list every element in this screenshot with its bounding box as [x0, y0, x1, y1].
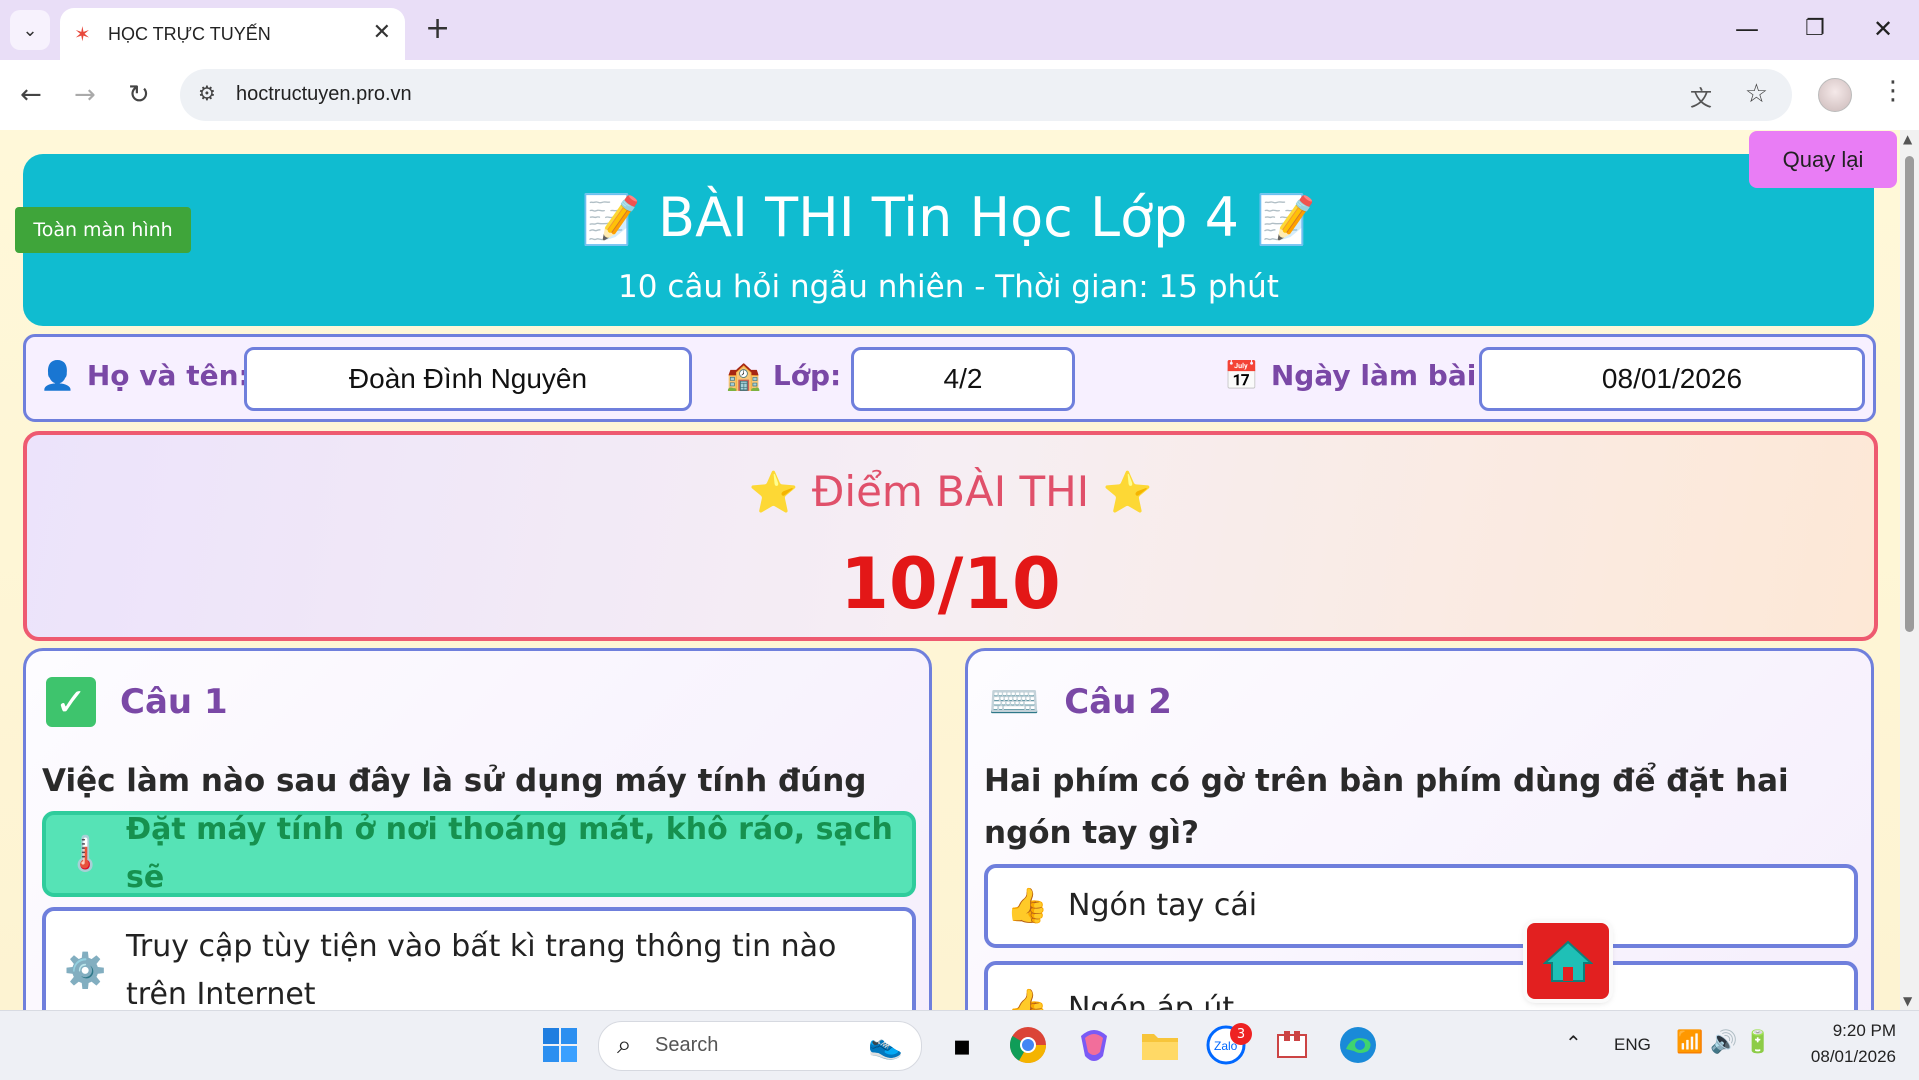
person-icon: 👤 [40, 359, 75, 392]
snipping-tool-icon[interactable] [1270, 1023, 1314, 1067]
fullscreen-button[interactable]: Toàn màn hình [15, 207, 191, 253]
answer-text: Truy cập tùy tiện vào bất kì trang thông… [126, 929, 837, 1010]
question-card-2: ⌨️ Câu 2 Hai phím có gờ trên bàn phím dù… [965, 648, 1874, 1010]
battery-icon[interactable]: 🔋 [1744, 1029, 1771, 1055]
star-icon: ⭐ [748, 470, 799, 516]
exam-header: 📝 BÀI THI Tin Học Lớp 4 📝 10 câu hỏi ngẫ… [23, 154, 1874, 326]
browser-tab-bar: ⌄ ✶ HỌC TRỰC TUYẾN ✕ + — ❐ ✕ [0, 0, 1919, 60]
back-arrow-icon[interactable]: ← [20, 78, 42, 112]
class-field[interactable]: 4/2 [851, 347, 1075, 411]
copilot-icon[interactable] [1072, 1023, 1116, 1067]
home-button[interactable] [1527, 923, 1609, 999]
date-field[interactable]: 08/01/2026 [1479, 347, 1865, 411]
task-view-icon[interactable]: ▪ [940, 1023, 984, 1067]
tab-search-button[interactable]: ⌄ [10, 10, 50, 50]
class-label-text: Lớp: [772, 359, 842, 392]
clock-time[interactable]: 9:20 PM [1800, 1021, 1896, 1041]
site-settings-icon[interactable]: ⚙ [198, 81, 216, 105]
site-favicon-icon: ✶ [74, 22, 91, 46]
address-bar[interactable]: ⚙ hoctructuyen.pro.vn 文 ☆ [180, 69, 1792, 121]
answer-option[interactable]: ⚙️ Truy cập tùy tiện vào bất kì trang th… [42, 907, 916, 1010]
url-text: hoctructuyen.pro.vn [236, 83, 412, 105]
search-placeholder: Search [655, 1034, 719, 1056]
close-window-icon[interactable]: ✕ [1873, 14, 1893, 44]
forward-arrow-icon[interactable]: → [74, 78, 96, 112]
gear-icon: ⚙️ [64, 951, 107, 991]
answer-text: Ngón áp út [1068, 991, 1235, 1010]
keyboard-icon: ⌨️ [988, 677, 1041, 726]
profile-avatar[interactable] [1818, 78, 1852, 112]
page-scrollbar[interactable]: ▲ ▼ [1900, 130, 1919, 1010]
name-label-text: Họ và tên: [86, 359, 250, 392]
memo-icon: 📝 [1256, 192, 1316, 248]
translate-icon[interactable]: 文 [1690, 81, 1712, 113]
thermometer-icon: 🌡️ [64, 834, 107, 874]
student-info: 👤 Họ và tên: Đoàn Đình Nguyên 🏫 Lớp: 4/2… [23, 334, 1876, 422]
star-icon: ⭐ [1102, 470, 1153, 516]
thumbs-up-icon: 👍 [1006, 987, 1049, 1010]
clock-date[interactable]: 08/01/2026 [1796, 1047, 1896, 1067]
class-label: 🏫 Lớp: [726, 359, 841, 392]
question-header: ✓ Câu 1 [46, 677, 228, 727]
page-title-text: BÀI THI Tin Học Lớp 4 [658, 186, 1239, 249]
browser-toolbar: ← → ↻ ⚙ hoctructuyen.pro.vn 文 ☆ ⋮ [0, 60, 1919, 130]
search-icon: ⌕ [617, 1030, 632, 1060]
answer-option[interactable]: 👍 Ngón tay cái [984, 864, 1858, 948]
date-label-text: Ngày làm bài: [1270, 359, 1488, 392]
calendar-icon: 📅 [1224, 359, 1259, 392]
scrollbar-thumb[interactable] [1905, 156, 1914, 632]
question-text: Hai phím có gờ trên bàn phím dùng để đặt… [984, 763, 1789, 851]
question-card-1: ✓ Câu 1 Việc làm nào sau đây là sử dụng … [23, 648, 932, 1010]
restore-icon[interactable]: ❐ [1805, 14, 1825, 44]
wifi-icon[interactable]: 📶 [1676, 1029, 1703, 1055]
score-panel: ⭐ Điểm BÀI THI ⭐ 10/10 [23, 431, 1878, 641]
date-label: 📅 Ngày làm bài: [1224, 359, 1488, 392]
thumbs-up-icon: 👍 [1006, 886, 1049, 926]
answer-option[interactable]: 🌡️ Đặt máy tính ở nơi thoáng mát, khô rá… [42, 811, 916, 897]
show-hidden-icons-icon[interactable]: ⌃ [1565, 1031, 1582, 1056]
score-title-text: Điểm BÀI THI [811, 467, 1090, 516]
question-header: ⌨️ Câu 2 [988, 677, 1172, 727]
more-menu-icon[interactable]: ⋮ [1880, 76, 1906, 106]
search-highlight-icon: 👟 [868, 1028, 903, 1061]
check-mark-icon: ✓ [46, 677, 96, 727]
answer-text: Ngón tay cái [1068, 888, 1258, 923]
language-indicator[interactable]: ENG [1614, 1035, 1651, 1055]
page-viewport: 📝 BÀI THI Tin Học Lớp 4 📝 10 câu hỏi ngẫ… [0, 130, 1900, 1010]
chevron-down-icon: ⌄ [22, 19, 38, 41]
school-icon: 🏫 [726, 359, 761, 392]
scroll-down-icon[interactable]: ▼ [1903, 994, 1912, 1008]
volume-icon[interactable]: 🔊 [1710, 1029, 1737, 1055]
taskbar: ⌕ Search 👟 ▪ Zalo 3 ⌃ ENG 📶 🔊 🔋 9:20 PM … [0, 1010, 1919, 1080]
question-label: Câu 2 [1064, 682, 1172, 722]
bookmark-star-icon[interactable]: ☆ [1745, 79, 1768, 109]
edge-icon[interactable] [1336, 1023, 1380, 1067]
page-subtitle: 10 câu hỏi ngẫu nhiên - Thời gian: 15 ph… [618, 269, 1279, 305]
question-label: Câu 1 [120, 682, 228, 722]
answer-option[interactable]: 👍 Ngón áp út [984, 961, 1858, 1010]
score-title: ⭐ Điểm BÀI THI ⭐ [27, 467, 1874, 516]
answer-text: Đặt máy tính ở nơi thoáng mát, khô ráo, … [126, 812, 893, 895]
close-tab-icon[interactable]: ✕ [373, 20, 391, 45]
minimize-icon[interactable]: — [1735, 14, 1759, 44]
memo-icon: 📝 [581, 192, 641, 248]
score-value: 10/10 [840, 543, 1061, 625]
name-field[interactable]: Đoàn Đình Nguyên [244, 347, 692, 411]
home-icon [1543, 940, 1593, 982]
start-button[interactable] [538, 1023, 582, 1067]
windows-icon [543, 1028, 577, 1062]
page-title: 📝 BÀI THI Tin Học Lớp 4 📝 [23, 186, 1874, 249]
tab-title: HỌC TRỰC TUYẾN [108, 24, 271, 44]
back-button[interactable]: Quay lại [1749, 131, 1897, 188]
file-explorer-icon[interactable] [1138, 1023, 1182, 1067]
scroll-up-icon[interactable]: ▲ [1903, 132, 1912, 146]
browser-tab[interactable]: ✶ HỌC TRỰC TUYẾN ✕ [60, 8, 405, 60]
new-tab-icon[interactable]: + [425, 12, 450, 46]
taskbar-search[interactable]: ⌕ Search 👟 [598, 1021, 922, 1071]
chrome-icon[interactable] [1006, 1023, 1050, 1067]
name-label: 👤 Họ và tên: [40, 359, 250, 392]
reload-icon[interactable]: ↻ [128, 78, 150, 112]
zalo-notification-badge: 3 [1230, 1023, 1252, 1045]
